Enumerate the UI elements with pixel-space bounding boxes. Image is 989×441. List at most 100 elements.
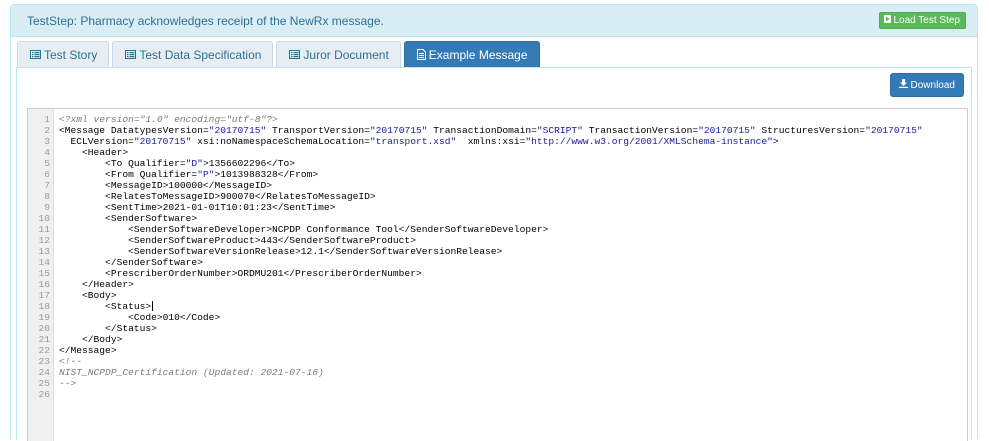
line-number: 1 [44,114,50,125]
code-line: 25 --> [28,378,967,389]
code-line: 13 <SenderSoftwareVersionRelease>12.1</S… [28,246,967,257]
download-button[interactable]: Download [889,73,964,97]
play-icon [884,12,892,29]
line-number: 5 [44,158,50,169]
line-number: 20 [38,323,50,334]
download-icon [898,79,908,91]
code-line-text: </Status> [59,323,157,334]
line-number: 9 [44,202,50,213]
code-line-text: <SenderSoftwareDeveloper>NCPDP Conforman… [59,224,549,235]
test-step-title: TestStep: Pharmacy acknowledges receipt … [27,14,384,28]
code-line: 22 </Message> [28,345,967,356]
code-line-text: </Header> [59,279,134,290]
code-line-text: <Status> [59,301,154,312]
tab-test-data-specification[interactable]: Test Data Specification [112,41,274,67]
code-line-text: </SenderSoftware> [59,257,203,268]
code-line-text: <To Qualifier="D">1356602296</To> [59,158,296,169]
code-line-text: <Message DatatypesVersion="20170715" Tra… [59,125,923,136]
line-number: 16 [38,279,50,290]
line-number: 14 [38,257,50,268]
code-line: 18 <Status> [28,301,967,312]
list-alt-icon [125,50,137,59]
line-number: 8 [44,191,50,202]
code-editor[interactable]: 1 <?xml version="1.0" encoding="utf-8"?> 2… [27,108,968,441]
code-line-text: NIST_NCPDP_Certification (Updated: 2021-… [59,367,324,378]
code-line-text: <MessageID>100000</MessageID> [59,180,273,191]
code-line: 15 <PrescriberOrderNumber>ORDMU201</Pres… [28,268,967,279]
code-line: 4 <Header> [28,147,967,158]
code-line: 26 [28,389,967,400]
code-line-text: <!-- [59,356,83,367]
list-alt-icon [30,50,41,59]
panel-heading: TestStep: Pharmacy acknowledges receipt … [11,5,977,37]
tab-juror-document[interactable]: Juror Document [276,41,401,67]
line-number: 18 [38,301,50,312]
code-line-text: <SenderSoftwareVersionRelease>12.1</Send… [59,246,503,257]
code-content[interactable]: 1 <?xml version="1.0" encoding="utf-8"?> 2… [28,114,967,400]
line-number: 26 [38,389,50,400]
code-line-text: <From Qualifier="P">1013988328</From> [59,169,319,180]
code-line-text: </Message> [59,345,117,356]
code-line: 10 <SenderSoftware> [28,213,967,224]
code-line: 20 </Status> [28,323,967,334]
tab-label: Test Data Specification [139,47,262,62]
code-line: 21 </Body> [28,334,967,345]
code-line: 7 <MessageID>100000</MessageID> [28,180,967,191]
code-line: 6 <From Qualifier="P">1013988328</From> [28,169,967,180]
code-line-text: ECLVersion="20170715" xsi:noNamespaceSch… [59,136,779,147]
line-number: 6 [44,169,50,180]
line-number: 17 [38,290,50,301]
code-line: 16 </Header> [28,279,967,290]
file-text-icon [416,49,426,60]
code-line: 8 <RelatesToMessageID>900070</RelatesToM… [28,191,967,202]
line-number: 19 [38,312,50,323]
code-line: 9 <SentTime>2021-01-01T10:01:23</SentTim… [28,202,967,213]
code-line: 17 <Body> [28,290,967,301]
tab-test-story[interactable]: Test Story [17,41,110,67]
tab-label: Example Message [428,47,528,62]
code-line-text: <?xml version="1.0" encoding="utf-8"?> [59,114,278,125]
line-number: 24 [38,367,50,378]
code-line: 12 <SenderSoftwareProduct>443</SenderSof… [28,235,967,246]
code-line: 3 ECLVersion="20170715" xsi:noNamespaceS… [28,136,967,147]
code-line-text: <SentTime>2021-01-01T10:01:23</SentTime> [59,202,336,213]
load-test-step-label: Load Test Step [893,15,960,26]
code-line-text: <Body> [59,290,117,301]
tab-label: Test Story [44,47,98,62]
example-message-pane: Download 1 <?xml version="1.0" encoding="… [16,67,972,441]
code-line-text: </Body> [59,334,123,345]
line-number: 7 [44,180,50,191]
line-number: 4 [44,147,50,158]
line-number: 2 [44,125,50,136]
download-label: Download [910,79,955,91]
code-line: 1 <?xml version="1.0" encoding="utf-8"?> [28,114,967,125]
code-line: 11 <SenderSoftwareDeveloper>NCPDP Confor… [28,224,967,235]
code-line-text: <Header> [59,147,129,158]
text-cursor [152,301,154,312]
code-line: 2 <Message DatatypesVersion="20170715" Tr… [28,125,967,136]
code-line: 14 </SenderSoftware> [28,257,967,268]
code-line: 5 <To Qualifier="D">1356602296</To> [28,158,967,169]
code-line-text: <Code>010</Code> [59,312,221,323]
line-number: 25 [38,378,50,389]
line-number: 21 [38,334,50,345]
line-number: 23 [38,356,50,367]
tab-label: Juror Document [303,47,389,62]
test-step-panel: TestStep: Pharmacy acknowledges receipt … [10,4,978,441]
code-line-text: <RelatesToMessageID>900070</RelatesToMes… [59,191,376,202]
code-line: 24 NIST_NCPDP_Certification (Updated: 202… [28,367,967,378]
load-test-step-button[interactable]: Load Test Step [879,12,966,29]
line-number: 15 [38,268,50,279]
tab-example-message[interactable]: Example Message [403,41,540,67]
code-line-text: <SenderSoftwareProduct>443</SenderSoftwa… [59,235,416,246]
line-number: 22 [38,345,50,356]
line-number: 12 [38,235,50,246]
code-line-text: <SenderSoftware> [59,213,198,224]
code-line: 23 <!-- [28,356,967,367]
tab-bar: Test Story Test Data Specification Juror… [17,41,540,67]
list-alt-icon [289,50,301,59]
line-number: 13 [38,246,50,257]
line-number: 10 [38,213,50,224]
line-number: 3 [44,136,50,147]
code-line-text: <PrescriberOrderNumber>ORDMU201</Prescri… [59,268,422,279]
